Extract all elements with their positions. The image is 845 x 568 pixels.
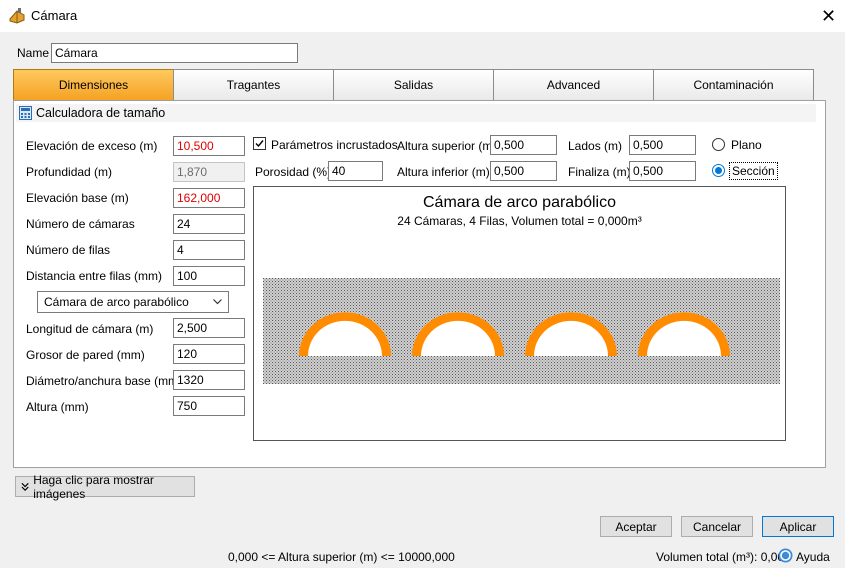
chamber-count-input[interactable]: 24 <box>173 214 245 234</box>
tab-contaminacion[interactable]: Contaminación <box>653 69 814 100</box>
double-chevron-down-icon <box>21 482 29 491</box>
height-label: Altura (mm) <box>26 400 89 414</box>
ends-label: Finaliza (m) <box>568 165 631 179</box>
excess-elevation-label: Elevación de exceso (m) <box>26 139 158 153</box>
porosity-input[interactable]: 40 <box>328 161 383 181</box>
chamber-type-select[interactable]: Cámara de arco parabólico <box>37 291 229 313</box>
wall-thickness-label: Grosor de pared (mm) <box>26 348 145 362</box>
range-hint: 0,000 <= Altura superior (m) <= 10000,00… <box>228 550 455 564</box>
chamber-length-input[interactable]: 2,500 <box>173 318 245 338</box>
tab-tragantes[interactable]: Tragantes <box>173 69 334 100</box>
show-images-label: Haga clic para mostrar imágenes <box>33 472 154 501</box>
total-volume-status: Volumen total (m³): 0,000 <box>656 550 791 564</box>
row-count-input[interactable]: 4 <box>173 240 245 260</box>
checkmark-icon <box>255 140 264 148</box>
tab-advanced[interactable]: Advanced <box>493 69 654 100</box>
top-height-input[interactable]: 0,500 <box>490 135 557 155</box>
chamber-type-value: Cámara de arco parabólico <box>44 295 189 309</box>
help-icon[interactable] <box>778 548 793 563</box>
cancel-button[interactable]: Cancelar <box>681 516 753 537</box>
chamber-length-label: Longitud de cámara (m) <box>26 322 154 336</box>
tab-dimensiones[interactable]: Dimensiones <box>13 69 174 100</box>
ends-input[interactable]: 0,500 <box>629 161 696 181</box>
top-height-label: Altura superior (m) <box>397 139 497 153</box>
height-input[interactable]: 750 <box>173 396 245 416</box>
preview-subtitle: 24 Cámaras, 4 Filas, Volumen total = 0,0… <box>397 214 642 228</box>
plan-label: Plano <box>731 138 762 152</box>
sides-label: Lados (m) <box>568 139 623 153</box>
row-spacing-label: Distancia entre filas (mm) <box>26 269 163 283</box>
chamber-count-label: Número de cámaras <box>26 217 135 231</box>
window-title: Cámara <box>31 8 78 23</box>
chevron-down-icon <box>213 299 222 305</box>
depth-input: 1,870 <box>173 162 245 182</box>
sides-input[interactable]: 0,500 <box>629 135 696 155</box>
bottom-height-input[interactable]: 0,500 <box>490 161 557 181</box>
apply-button[interactable]: Aplicar <box>762 516 834 537</box>
help-link[interactable]: Ayuda <box>796 550 830 564</box>
title-bar <box>0 0 845 32</box>
close-button[interactable]: ✕ <box>812 0 845 32</box>
base-elevation-label: Elevación base (m) <box>26 191 129 205</box>
base-width-input[interactable]: 1320 <box>173 370 245 390</box>
section-radio[interactable] <box>712 164 725 177</box>
chamber-section-drawing <box>263 278 780 384</box>
show-images-button[interactable]: Haga clic para mostrar imágenes <box>15 473 195 501</box>
section-title: Calculadora de tamaño <box>36 106 166 120</box>
embedded-params-checkbox[interactable] <box>253 137 266 150</box>
chamber-app-icon <box>9 8 25 24</box>
row-count-label: Número de filas <box>26 243 111 257</box>
depth-label: Profundidad (m) <box>26 165 113 179</box>
section-label: Sección <box>729 162 778 180</box>
bottom-height-label: Altura inferior (m) <box>397 165 490 179</box>
base-width-label: Diámetro/anchura base (mm) <box>26 374 183 388</box>
tab-salidas[interactable]: Salidas <box>333 69 494 100</box>
base-elevation-input[interactable]: 162,000 <box>173 188 245 208</box>
row-spacing-input[interactable]: 100 <box>173 266 245 286</box>
tab-strip: Dimensiones Tragantes Salidas Advanced C… <box>13 69 814 100</box>
plan-radio[interactable] <box>712 138 725 151</box>
excess-elevation-input[interactable]: 10,500 <box>173 136 245 156</box>
wall-thickness-input[interactable]: 120 <box>173 344 245 364</box>
accept-button[interactable]: Aceptar <box>600 516 672 537</box>
name-label: Name <box>17 46 50 60</box>
embedded-params-label: Parámetros incrustados <box>271 138 398 152</box>
calculator-icon <box>19 106 32 120</box>
name-input[interactable]: Cámara <box>51 43 298 63</box>
close-icon: ✕ <box>820 5 837 26</box>
preview-title: Cámara de arco parabólico <box>423 194 616 211</box>
porosity-label: Porosidad (%) <box>255 165 332 179</box>
